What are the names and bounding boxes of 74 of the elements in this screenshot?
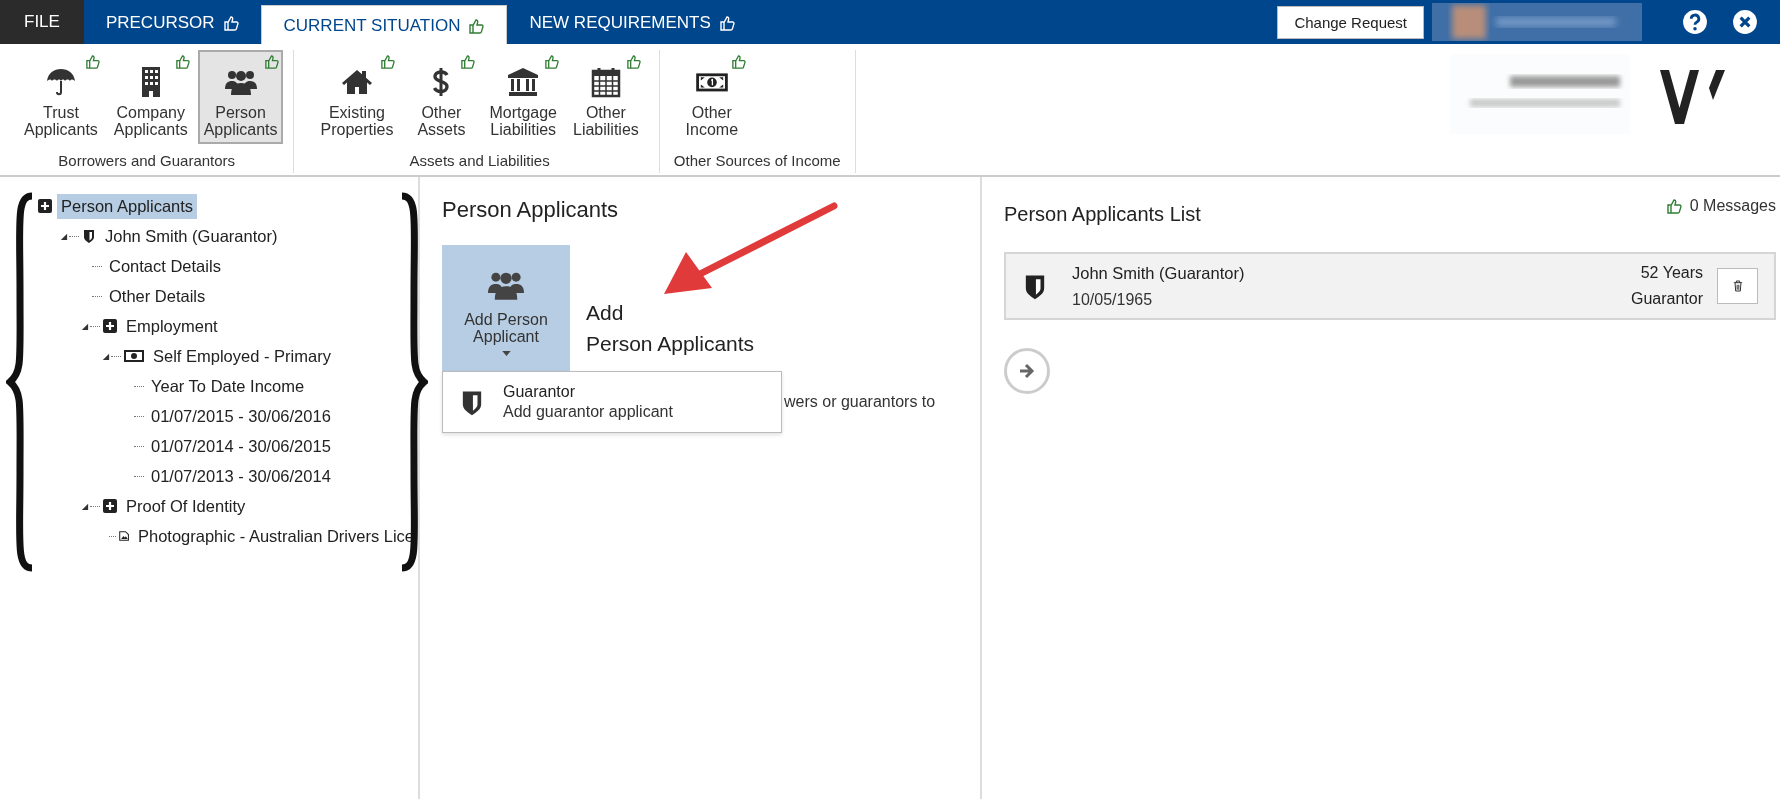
tree-item[interactable]: Self Employed - Primary — [149, 343, 335, 369]
ribbon-button[interactable]: Trust Applicants — [18, 50, 104, 144]
tree-item[interactable]: Year To Date Income — [147, 373, 309, 399]
applicant-role: Guarantor — [1630, 290, 1703, 308]
help-icon[interactable] — [1682, 9, 1708, 35]
trash-icon — [1732, 280, 1743, 292]
group-label: Other Sources of Income — [673, 151, 841, 171]
caret-icon — [501, 351, 511, 356]
messages-count[interactable]: 0 Messages — [1689, 197, 1776, 215]
next-button[interactable] — [1004, 348, 1050, 394]
menu-item-description: Add guarantor applicant — [503, 403, 673, 421]
tab[interactable]: CURRENT SITUATION — [260, 5, 508, 44]
tree-item[interactable]: 01/07/2014 - 30/06/2015 — [147, 433, 335, 459]
tree-item[interactable]: Contact Details — [105, 253, 225, 279]
tree-item[interactable]: 01/07/2015 - 30/06/2016 — [147, 403, 335, 429]
thumbs-up-icon — [1665, 198, 1682, 214]
thumbs-up-icon — [174, 54, 190, 69]
panel-title: Person Applicants — [442, 197, 620, 223]
money-icon — [124, 349, 144, 363]
ribbon-button[interactable]: Mortgage Liabilities — [483, 50, 563, 144]
expanded-triangle-icon[interactable] — [101, 351, 110, 361]
thumbs-up-icon — [380, 54, 396, 69]
close-icon[interactable] — [1732, 9, 1758, 35]
logo-icon — [1660, 70, 1726, 124]
applicant-dob: 10/05/1965 — [1072, 290, 1154, 309]
group-label: Assets and Liabilities — [408, 151, 551, 171]
expanded-triangle-icon[interactable] — [80, 321, 89, 331]
thumbs-up-icon — [222, 15, 239, 31]
menu-item-title: Guarantor — [503, 383, 577, 401]
applicant-age: 52 Years — [1640, 264, 1703, 282]
add-person-applicant-button[interactable]: Add Person Applicant — [442, 245, 570, 371]
ribbon-button[interactable]: Other Income — [673, 50, 750, 144]
tab[interactable]: PRECURSOR — [83, 0, 261, 44]
applicant-name: John Smith (Guarantor) — [1072, 263, 1246, 283]
arrow-right-icon — [1017, 361, 1037, 381]
plus-icon[interactable] — [103, 499, 117, 513]
tree-item[interactable]: Employment — [122, 313, 222, 339]
change-request-button[interactable]: Change Request — [1277, 5, 1424, 39]
expanded-triangle-icon[interactable] — [59, 231, 68, 241]
thumbs-up-icon — [468, 18, 485, 34]
ribbon-button[interactable]: Company Applicants — [107, 50, 194, 144]
tree-item[interactable]: John Smith (Guarantor) — [101, 223, 282, 249]
ribbon-button[interactable]: Other Assets — [403, 50, 480, 144]
thumbs-up-icon — [264, 54, 280, 69]
group-label: Borrowers and Guarantors — [57, 151, 237, 171]
thumbs-up-icon — [544, 54, 559, 69]
umbrella-icon — [44, 66, 77, 98]
image-icon — [118, 529, 129, 543]
thumbs-up-icon — [625, 54, 641, 69]
shield-icon — [82, 229, 96, 243]
thumbs-up-icon — [718, 15, 735, 31]
delete-button[interactable] — [1717, 268, 1758, 304]
tree-item[interactable]: Other Details — [105, 283, 210, 309]
plus-icon[interactable] — [103, 319, 117, 333]
tree-item[interactable]: 01/07/2013 - 30/06/2014 — [147, 463, 335, 489]
applicant-card[interactable]: John Smith (Guarantor) 10/05/1965 52 Years Guarantor — [1004, 252, 1776, 320]
thumbs-up-icon — [84, 54, 100, 69]
tree-item[interactable]: Person Applicants — [57, 193, 198, 219]
description-text: wers or guarantors to — [784, 393, 936, 411]
ribbon-button[interactable]: Existing Properties — [314, 50, 400, 144]
tree-item[interactable]: Proof Of Identity — [122, 493, 250, 519]
plus-icon[interactable] — [38, 199, 52, 213]
panel-title: Person Applicants List — [1004, 203, 1201, 226]
thumbs-up-icon — [730, 54, 746, 69]
ribbon-button[interactable]: Other Liabilities — [567, 50, 645, 144]
bank-icon — [507, 66, 540, 98]
calendar-icon — [589, 66, 622, 98]
ribbon-button[interactable]: Person Applicants — [197, 50, 284, 144]
tab[interactable]: NEW REQUIREMENTS — [507, 0, 757, 44]
add-heading: Add Person Applicants — [586, 300, 755, 357]
tab[interactable]: FILE — [0, 0, 84, 44]
expanded-triangle-icon[interactable] — [80, 501, 89, 511]
thumbs-up-icon — [460, 54, 476, 69]
dropdown-menu-item[interactable]: Guarantor Add guarantor applicant — [442, 371, 782, 433]
